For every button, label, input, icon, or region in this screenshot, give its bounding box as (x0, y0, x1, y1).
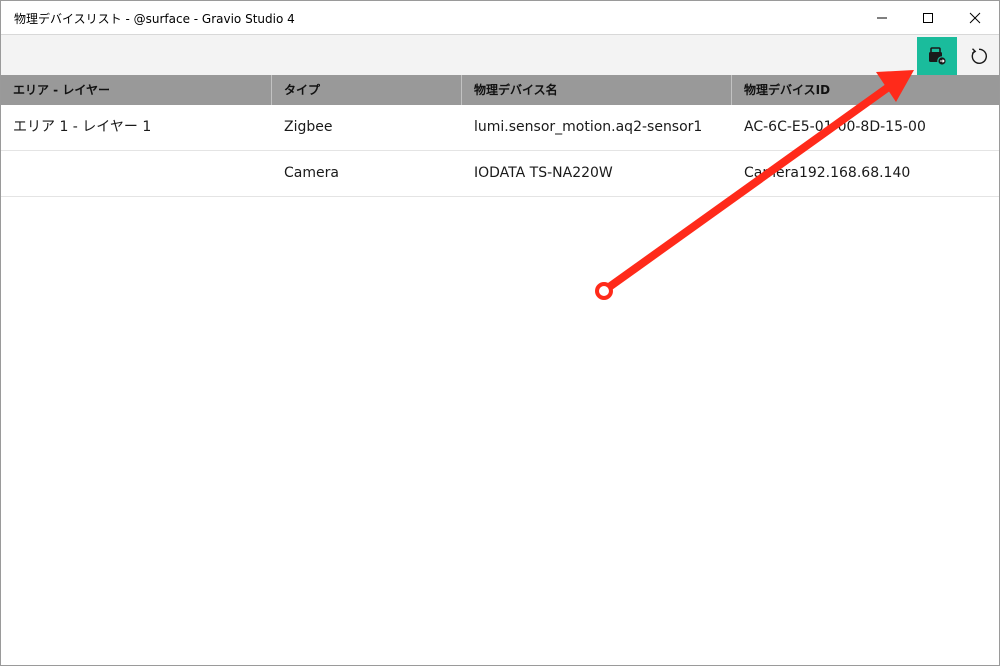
cell-device-id: Camera192.168.68.140 (744, 165, 911, 181)
cell-device-name: lumi.sensor_motion.aq2-sensor1 (474, 119, 703, 135)
table-row[interactable]: Camera IODATA TS-NA220W Camera192.168.68… (1, 151, 999, 197)
cell-area-layer (1, 151, 13, 196)
column-header-area-layer[interactable]: エリア - レイヤー (1, 75, 271, 105)
close-icon (969, 12, 981, 23)
maximize-button[interactable] (905, 1, 951, 34)
export-icon (929, 47, 947, 66)
table-header: エリア - レイヤー タイプ 物理デバイス名 物理デバイスID (1, 75, 999, 105)
column-header-device-name[interactable]: 物理デバイス名 (462, 75, 731, 105)
column-header-type[interactable]: タイプ (272, 75, 461, 105)
minimize-button[interactable] (859, 1, 905, 34)
cell-type: Zigbee (284, 119, 333, 135)
cell-device-name: IODATA TS-NA220W (474, 165, 613, 181)
app-window: 物理デバイスリスト - @surface - Gravio Studio 4 エ… (0, 0, 1000, 666)
refresh-button[interactable] (959, 37, 999, 75)
minimize-icon (877, 17, 887, 18)
cell-area-layer: エリア 1 - レイヤー 1 (13, 119, 152, 135)
table-row[interactable]: エリア 1 - レイヤー 1 Zigbee lumi.sensor_motion… (1, 105, 999, 151)
maximize-icon (923, 12, 933, 23)
export-button[interactable] (917, 37, 957, 75)
refresh-icon (971, 48, 987, 64)
close-button[interactable] (952, 1, 998, 34)
cell-type: Camera (284, 165, 339, 181)
cell-device-id: AC-6C-E5-01-00-8D-15-00 (744, 119, 926, 135)
window-title: 物理デバイスリスト - @surface - Gravio Studio 4 (14, 12, 295, 26)
toolbar (1, 34, 999, 76)
title-bar: 物理デバイスリスト - @surface - Gravio Studio 4 (1, 1, 999, 34)
column-header-device-id[interactable]: 物理デバイスID (732, 75, 999, 105)
